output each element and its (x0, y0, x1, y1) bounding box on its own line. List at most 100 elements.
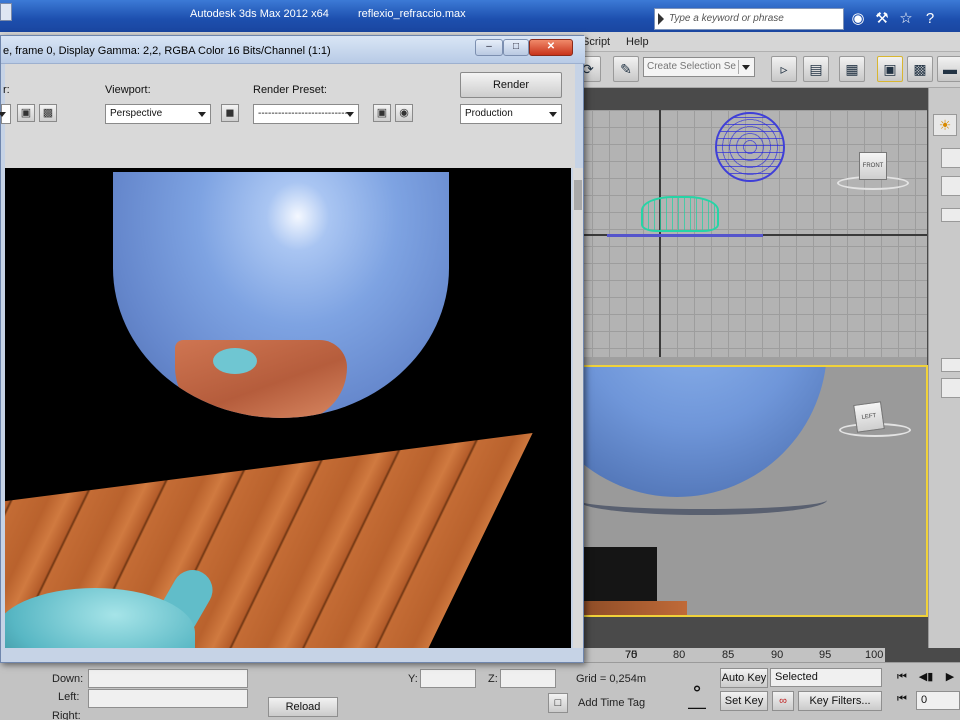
area-dropdown[interactable] (0, 104, 11, 124)
named-selection-icon[interactable]: ✎ (613, 56, 639, 82)
sun-icon[interactable]: ☀ (933, 114, 957, 136)
standard-dropdown[interactable] (941, 176, 960, 196)
render-vertical-scrollbar[interactable] (573, 168, 583, 648)
mirror-icon[interactable]: ▹ (771, 56, 797, 82)
status-bar: Down: Left: Right: Reload Y: Z: Grid = 0… (0, 662, 960, 720)
shaded-sphere[interactable] (577, 367, 827, 497)
down-field[interactable] (88, 669, 248, 688)
wireframe-teapot[interactable] (641, 196, 719, 232)
render-controls: r: ▣ ▩ Viewport: Perspective ◼ Render Pr… (0, 64, 575, 168)
rendered-frame-window: e, frame 0, Display Gamma: 2,2, RGBA Col… (0, 35, 585, 663)
go-to-start-icon[interactable]: ⏮ (892, 668, 912, 686)
y-label: Y: (408, 673, 418, 685)
main-toolbar: ⟳ ✎ Create Selection Se ▹ ▤ ▦ ▣ ▩ ▬ (575, 52, 960, 88)
chevron-down-icon (549, 112, 557, 117)
time-tag-icon[interactable]: □ (548, 693, 568, 713)
y-coordinate-field[interactable] (420, 669, 476, 688)
production-dropdown[interactable]: Production (460, 104, 562, 124)
table-edge (577, 601, 687, 615)
add-time-tag[interactable]: Add Time Tag (578, 697, 645, 709)
current-frame-value: 0 (921, 694, 928, 706)
app-title: Autodesk 3ds Max 2012 x64 (190, 8, 329, 20)
lock-icon[interactable]: ◼ (221, 104, 239, 122)
render-setup-icon[interactable]: ▣ (877, 56, 903, 82)
rollout-collapse-button-2[interactable] (941, 358, 960, 372)
down-label: Down: (52, 673, 84, 685)
file-name: reflexio_refraccio.max (358, 8, 466, 20)
wireframe-plane[interactable] (607, 234, 763, 237)
minimize-button[interactable]: – (475, 39, 503, 56)
scrollbar-thumb[interactable] (574, 180, 582, 210)
viewport-divider[interactable] (575, 357, 927, 365)
key-tangent-icon[interactable]: ∞ (772, 691, 794, 711)
key-mode-dropdown[interactable]: Selected (770, 668, 882, 687)
chevron-down-icon (0, 112, 6, 117)
set-key-button[interactable]: Set Key (720, 691, 768, 711)
binoculars-icon[interactable]: ◉ (848, 9, 868, 29)
auto-key-button[interactable]: Auto Key (720, 668, 768, 688)
rollout-collapse-button[interactable] (941, 208, 960, 222)
chevron-down-icon (738, 60, 752, 74)
maximize-button[interactable]: □ (503, 39, 529, 56)
grid-readout: Grid = 0,254m (576, 673, 647, 685)
render-icon[interactable]: ▬ (937, 56, 960, 82)
left-label: Left: (58, 691, 80, 703)
tick-label: 90 (771, 649, 784, 661)
object-type-button[interactable] (941, 148, 960, 168)
star-icon[interactable]: ☆ (896, 9, 916, 29)
rendered-sphere (113, 172, 449, 418)
perspective-viewport[interactable]: LEFT (575, 365, 928, 617)
key-mode-toggle-icon[interactable]: ⏮ (892, 690, 912, 708)
render-window-title: e, frame 0, Display Gamma: 2,2, RGBA Col… (3, 45, 331, 57)
sphere-reflection-teapot (213, 348, 257, 374)
command-panel: ☀ (928, 88, 960, 648)
tick-label: 80 (673, 649, 686, 661)
area-label: r: (3, 84, 10, 96)
render-setup-icon[interactable]: ▣ (373, 104, 391, 122)
tick-label: 85 (722, 649, 735, 661)
name-field[interactable] (941, 378, 960, 398)
wireframe-sphere[interactable] (715, 112, 785, 182)
viewport-dropdown[interactable]: Perspective (105, 104, 211, 124)
chevron-down-icon (346, 112, 354, 117)
viewcube-front[interactable]: FRONT (859, 152, 887, 180)
render-window-title-bar[interactable]: e, frame 0, Display Gamma: 2,2, RGBA Col… (1, 36, 585, 64)
menu-help[interactable]: Help (626, 36, 649, 48)
tick-label: 95 (819, 649, 832, 661)
reload-button[interactable]: Reload (268, 697, 338, 717)
search-input[interactable]: Type a keyword or phrase (654, 8, 844, 30)
tools-icon[interactable]: ⚒ (872, 9, 892, 29)
play-icon[interactable]: ▶ (940, 668, 960, 686)
current-frame-field[interactable]: 0 (916, 691, 960, 710)
z-coordinate-field[interactable] (500, 669, 556, 688)
key-filters-button[interactable]: Key Filters... (798, 691, 882, 711)
help-icon[interactable]: ? (920, 9, 940, 29)
time-ruler[interactable]: 70 70 75 80 85 90 95 100 (575, 648, 885, 662)
sphere-reflection-table (175, 340, 347, 418)
right-label: Right: (52, 710, 81, 720)
app-menu-icon[interactable] (0, 3, 12, 21)
selection-set-dropdown[interactable]: Create Selection Se (643, 57, 755, 77)
viewport-label: Viewport: (105, 84, 151, 96)
key-icon[interactable]: ⚬— (684, 680, 710, 716)
render-preset-label: Render Preset: (253, 84, 327, 96)
z-label: Z: (488, 673, 498, 685)
close-button[interactable]: ✕ (529, 39, 573, 56)
auto-region-icon[interactable]: ▩ (39, 104, 57, 122)
render-preset-value: ---------------------------- (258, 108, 352, 119)
layer-icon[interactable]: ▦ (839, 56, 865, 82)
render-preset-dropdown[interactable]: ---------------------------- (253, 104, 359, 124)
viewcube-left[interactable]: LEFT (853, 401, 885, 433)
rendered-image[interactable] (5, 168, 571, 648)
main-title-bar: Autodesk 3ds Max 2012 x64 reflexio_refra… (0, 0, 960, 32)
render-button[interactable]: Render (460, 72, 562, 98)
align-icon[interactable]: ▤ (803, 56, 829, 82)
sphere-rim (577, 485, 827, 515)
top-viewport[interactable]: FRONT (575, 110, 927, 358)
previous-frame-icon[interactable]: ◀▮ (916, 668, 936, 686)
edit-region-icon[interactable]: ▣ (17, 104, 35, 122)
render-frame-icon[interactable]: ▩ (907, 56, 933, 82)
left-field[interactable] (88, 689, 248, 708)
environment-icon[interactable]: ◉ (395, 104, 413, 122)
menu-maxscript[interactable]: Script (582, 36, 610, 48)
